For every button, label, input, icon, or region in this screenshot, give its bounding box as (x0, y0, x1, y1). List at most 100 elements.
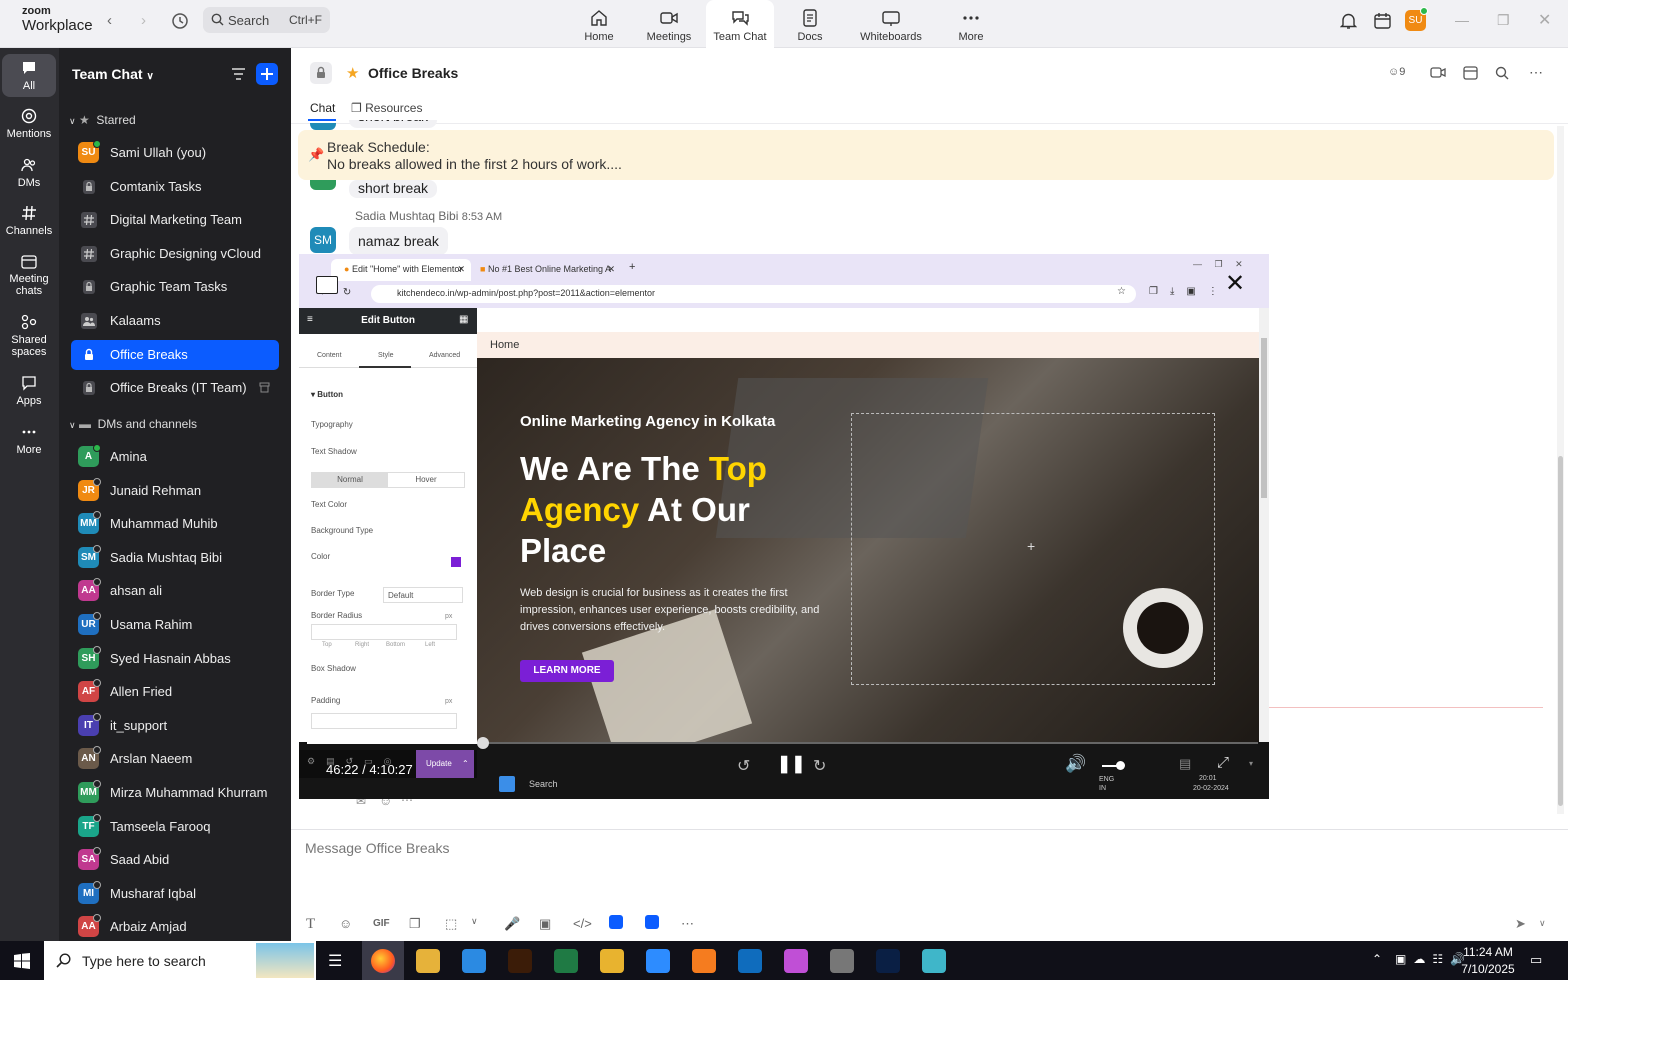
seek-handle[interactable] (477, 737, 489, 749)
outlook-icon[interactable] (738, 949, 762, 973)
tray-chevron-icon[interactable]: ⌃ (1372, 952, 1382, 966)
sidebar-dm-item[interactable]: MM Mirza Muhammad Khurram (71, 778, 279, 808)
whiteboard-app-icon[interactable] (609, 915, 623, 929)
xampp-icon[interactable] (692, 949, 716, 973)
code-icon[interactable]: </> (573, 916, 592, 931)
sidebar-item-comtanix-tasks[interactable]: Comtanix Tasks (71, 172, 279, 202)
task-view-icon[interactable]: ☰ (328, 951, 342, 971)
rewind-icon[interactable]: ↺ (737, 756, 750, 776)
maximize-icon[interactable]: ❐ (1497, 12, 1510, 29)
sidebar-dm-item[interactable]: UR Usama Rahim (71, 610, 279, 640)
sidebar-item-office-breaks-it[interactable]: Office Breaks (IT Team) (71, 373, 279, 403)
file-explorer-icon[interactable] (416, 949, 440, 973)
more-icon[interactable]: ⋯ (681, 916, 694, 932)
rail-apps[interactable]: Apps (2, 375, 56, 407)
windows-start-icon[interactable] (14, 953, 30, 969)
zoom-icon[interactable] (646, 949, 670, 973)
figma-icon[interactable] (784, 949, 808, 973)
tab-whiteboards[interactable]: Whiteboards (852, 0, 930, 48)
video-player[interactable]: ● Edit "Home" with Elementor ✕ ■ No #1 B… (299, 254, 1269, 799)
volume-handle[interactable] (1116, 761, 1125, 770)
avatar[interactable]: SM (310, 227, 336, 253)
app-icon[interactable] (922, 949, 946, 973)
browser-tab[interactable]: ■ No #1 Best Online Marketing A ✕ (475, 259, 625, 281)
photoshop-icon[interactable] (876, 949, 900, 973)
emoji-icon[interactable]: ☺ (339, 916, 352, 931)
scrollbar[interactable] (1557, 126, 1564, 814)
sidebar-dm-item[interactable]: SH Syed Hasnain Abbas (71, 644, 279, 674)
tab-team-chat[interactable]: Team Chat (706, 0, 774, 49)
notes-app-icon[interactable] (645, 915, 659, 929)
screenshot-icon[interactable]: ⬚ (445, 916, 457, 932)
sidebar-item-kalaams[interactable]: Kalaams (71, 306, 279, 336)
seek-track[interactable] (307, 742, 1258, 744)
search-bar[interactable]: Search Ctrl+F (203, 7, 330, 33)
chevron-down-icon[interactable]: ∨ (471, 916, 478, 927)
history-icon[interactable] (171, 12, 189, 30)
forward-icon[interactable]: ↻ (813, 756, 826, 776)
search-icon[interactable] (1495, 66, 1509, 80)
video-call-icon[interactable] (1430, 66, 1446, 79)
close-tab-icon[interactable]: ✕ (607, 264, 615, 275)
star-icon[interactable]: ★ (346, 64, 359, 82)
video-message-icon[interactable]: ▣ (539, 916, 551, 932)
bell-icon[interactable] (1340, 12, 1357, 30)
message-sender[interactable]: Sadia Mushtaq Bibi 8:53 AM (355, 209, 502, 223)
channel-title[interactable]: Office Breaks (368, 65, 458, 81)
sidebar-dm-item[interactable]: TF Tamseela Farooq (71, 812, 279, 842)
more-options-icon[interactable]: ⋯ (1529, 64, 1543, 81)
sidebar-dm-item[interactable]: IT it_support (71, 711, 279, 741)
sidebar-dm-item[interactable]: MI Musharaf Iqbal (71, 879, 279, 909)
tab-home[interactable]: Home (565, 0, 633, 48)
minimize-icon[interactable]: — (1455, 12, 1469, 28)
tab-more[interactable]: More (937, 0, 1005, 48)
calendar-icon[interactable] (1463, 65, 1478, 80)
excel-icon[interactable] (554, 949, 578, 973)
sidebar-dm-item[interactable]: AA ahsan ali (71, 576, 279, 606)
captions-icon[interactable]: ▤ (1179, 756, 1191, 772)
pause-icon[interactable]: ❚❚ (777, 754, 806, 774)
file-icon[interactable]: ❐ (409, 916, 421, 932)
close-icon[interactable]: ✕ (1538, 10, 1551, 30)
sidebar-dm-item[interactable]: SA Saad Abid (71, 845, 279, 875)
rail-meeting-chats[interactable]: Meeting chats (2, 253, 56, 297)
pinned-message[interactable]: 📌 Break Schedule: No breaks allowed in t… (298, 130, 1554, 180)
back-icon[interactable]: ‹ (107, 12, 112, 29)
volume-icon[interactable]: 🔊 (1065, 754, 1086, 774)
starred-section-header[interactable]: ∨ ★ Starred (69, 113, 136, 127)
sidebar-title[interactable]: Team Chat ∨ (72, 66, 154, 82)
filter-icon[interactable] (231, 67, 246, 81)
picture-in-picture-icon[interactable] (316, 276, 338, 294)
vscode-icon[interactable] (462, 949, 486, 973)
microphone-icon[interactable]: 🎤 (504, 916, 520, 932)
sidebar-dm-item[interactable]: AN Arslan Naeem (71, 744, 279, 774)
illustrator-icon[interactable] (508, 949, 532, 973)
sidebar-dm-item[interactable]: JR Junaid Rehman (71, 476, 279, 506)
rail-mentions[interactable]: Mentions (2, 108, 56, 140)
forward-icon[interactable]: › (141, 12, 146, 29)
send-icon[interactable]: ➤ (1515, 916, 1526, 932)
send-options-icon[interactable]: ∨ (1539, 918, 1546, 929)
tab-docs[interactable]: Docs (776, 0, 844, 48)
sidebar-item-digital-marketing[interactable]: Digital Marketing Team (71, 205, 279, 235)
tab-resources[interactable]: ❐ Resources (351, 101, 422, 115)
chrome-icon[interactable] (600, 949, 624, 973)
taskbar-clock[interactable]: 11:24 AM 7/10/2025 (1460, 944, 1516, 978)
sidebar-item-sami-ullah[interactable]: SU Sami Ullah (you) (71, 138, 279, 168)
sidebar-item-graphic-team-tasks[interactable]: Graphic Team Tasks (71, 272, 279, 302)
sidebar-dm-item[interactable]: AA Arbaiz Amjad (71, 912, 279, 942)
fullscreen-icon[interactable]: ⤢ (1217, 754, 1229, 771)
rail-dms[interactable]: DMs (2, 157, 56, 189)
members-button[interactable]: ☺9 (1388, 66, 1405, 78)
sidebar-dm-item[interactable]: SM Sadia Mushtaq Bibi (71, 543, 279, 573)
sidebar-item-graphic-designing[interactable]: Graphic Designing vCloud (71, 239, 279, 269)
taskbar-search[interactable]: Type here to search (44, 941, 316, 980)
message-input[interactable]: Message Office Breaks (305, 840, 449, 856)
calendar-icon[interactable] (1374, 12, 1391, 29)
sidebar-dm-item[interactable]: MM Muhammad Muhib (71, 509, 279, 539)
new-tab-icon[interactable]: + (629, 261, 635, 273)
sidebar-dm-item[interactable]: A Amina (71, 442, 279, 472)
close-video-icon[interactable]: ✕ (1225, 269, 1245, 298)
tab-chat[interactable]: Chat (310, 101, 335, 115)
tab-meetings[interactable]: Meetings (635, 0, 703, 48)
